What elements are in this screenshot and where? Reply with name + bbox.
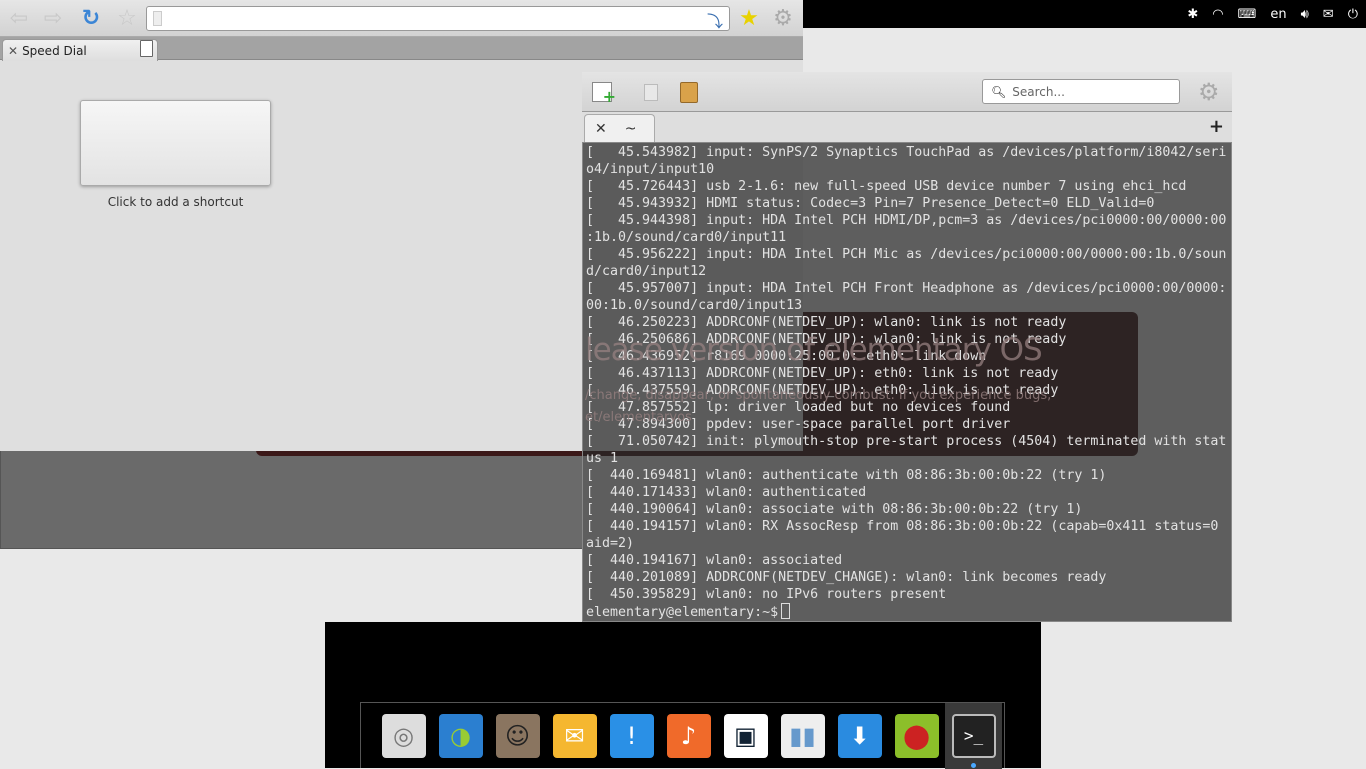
- reload-icon[interactable]: ↻: [78, 6, 104, 32]
- terminal-tab[interactable]: ✕ ~: [584, 114, 655, 143]
- indicators: ✱ ◠ ⌨ en 🔊︎ ✉ ⏻: [1187, 0, 1358, 28]
- new-window-icon[interactable]: +: [592, 82, 616, 106]
- terminal-line: [ 440.169481] wlan0: authenticate with 0…: [586, 468, 1107, 483]
- terminal-line: [ 450.395829] wlan0: no IPv6 routers pre…: [586, 587, 947, 602]
- background-window: [0, 440, 583, 549]
- terminal-line: [ 440.201089] ADDRCONF(NETDEV_CHANGE): w…: [586, 570, 1107, 585]
- terminal-line: [ 440.190064] wlan0: associate with 08:8…: [586, 502, 1083, 517]
- search-icon: 🔍︎: [991, 84, 1007, 99]
- dock-item-bug-reporter[interactable]: ⬤: [888, 703, 945, 769]
- terminal-line: [ 47.857552] lp: driver loaded but no de…: [586, 400, 1011, 415]
- keyboard-icon[interactable]: ⌨: [1238, 7, 1257, 22]
- back-icon[interactable]: ⇦: [6, 6, 32, 32]
- terminal-tab-bar: ✕ ~ +: [582, 112, 1232, 143]
- copy-icon[interactable]: [644, 84, 658, 101]
- dock-item-downloads[interactable]: ⬇: [831, 703, 888, 769]
- terminal-line: [ 45.944398] input: HDA Intel PCH HDMI/D…: [586, 213, 1227, 228]
- close-icon[interactable]: ✕: [8, 44, 18, 58]
- browser-toolbar: ⇦ ⇨ ↻ ☆ ⤵ ★ ⚙: [0, 0, 803, 37]
- dock-item-photos[interactable]: ▣: [717, 703, 774, 769]
- paste-icon[interactable]: [680, 82, 698, 103]
- close-icon[interactable]: ✕: [595, 121, 607, 137]
- dock-item-contacts[interactable]: ☺: [489, 703, 546, 769]
- terminal-line: [ 46.437113] ADDRCONF(NETDEV_UP): eth0: …: [586, 366, 1059, 381]
- dock-item-disc-installer[interactable]: ◎: [375, 703, 432, 769]
- terminal-line: :1b.0/sound/card0/input11: [586, 230, 787, 245]
- dock-item-terminal[interactable]: >_: [945, 702, 1002, 769]
- volume-icon[interactable]: 🔊︎: [1301, 7, 1309, 22]
- terminal-line: [ 71.050742] init: plymouth-stop pre-sta…: [586, 434, 1227, 449]
- dock-item-music[interactable]: ♪: [660, 703, 717, 769]
- system-settings-icon: ▮▮: [780, 713, 825, 758]
- terminal-line: [ 46.437559] ADDRCONF(NETDEV_UP): eth0: …: [586, 383, 1059, 398]
- wifi-icon[interactable]: ◠: [1212, 7, 1223, 22]
- downloads-icon: ⬇: [837, 713, 882, 758]
- dock: ◎ ◑ ☺ ✉! ♪ ▣ ▮▮ ⬇ ⬤ >_: [360, 702, 1005, 769]
- terminal-line: [ 45.957007] input: HDA Intel PCH Front …: [586, 281, 1227, 296]
- terminal-icon: >_: [951, 713, 996, 758]
- terminal-line: d/card0/input12: [586, 264, 707, 279]
- terminal-line: [ 45.956222] input: HDA Intel PCH Mic as…: [586, 247, 1227, 262]
- cursor: [781, 603, 791, 619]
- terminal-line: [ 46.436952] r8169 0000:25:00.0: eth0: l…: [586, 349, 987, 364]
- mail-icon[interactable]: ✉: [1323, 7, 1334, 22]
- forward-icon[interactable]: ⇨: [40, 6, 66, 32]
- contacts-icon: ☺: [495, 713, 540, 758]
- language-indicator[interactable]: en: [1270, 7, 1286, 22]
- tab-speed-dial[interactable]: ✕ Speed Dial: [2, 39, 158, 61]
- terminal-line: aid=2): [586, 536, 635, 551]
- mail-icon: ✉: [552, 713, 597, 758]
- terminal-line: [ 47.894300] ppdev: user-space parallel …: [586, 417, 1011, 432]
- photos-icon: ▣: [723, 713, 768, 758]
- terminal-line: [ 45.543982] input: SynPS/2 Synaptics To…: [586, 145, 1227, 160]
- disc-installer-icon: ◎: [381, 713, 426, 758]
- speed-dial-tile[interactable]: [80, 100, 271, 186]
- search-input[interactable]: 🔍︎ Search...: [982, 79, 1180, 104]
- terminal-line: [ 46.250223] ADDRCONF(NETDEV_UP): wlan0:…: [586, 315, 1067, 330]
- dock-item-chat[interactable]: !: [603, 703, 660, 769]
- new-tab-button[interactable]: +: [1209, 116, 1224, 137]
- page-icon: [153, 11, 162, 26]
- chat-icon: !: [609, 713, 654, 758]
- new-tab-icon[interactable]: [140, 40, 153, 57]
- terminal-toolbar: + 🔍︎ Search... ⚙: [582, 72, 1232, 112]
- tab-label: ~: [624, 121, 637, 137]
- bug-reporter-icon: ⬤: [894, 713, 939, 758]
- tab-title: Speed Dial: [22, 43, 87, 58]
- terminal-line: [ 440.194167] wlan0: associated: [586, 553, 843, 568]
- dock-item-web-browser[interactable]: ◑: [432, 703, 489, 769]
- speed-dial-label[interactable]: Click to add a shortcut: [80, 195, 271, 209]
- power-icon[interactable]: ⏻: [1348, 7, 1358, 22]
- terminal-line: o4/input/input10: [586, 162, 715, 177]
- bookmarks-icon[interactable]: ★: [736, 6, 762, 32]
- music-icon: ♪: [666, 713, 711, 758]
- terminal-window: + 🔍︎ Search... ⚙ ✕ ~ + [ 45.543982] inpu…: [582, 72, 1232, 622]
- tab-bar: ✕ Speed Dial: [0, 37, 803, 61]
- add-bookmark-icon[interactable]: ☆: [114, 6, 140, 32]
- url-input[interactable]: ⤵: [146, 6, 730, 31]
- go-icon[interactable]: ⤵: [707, 8, 723, 32]
- terminal-line: 00:1b.0/sound/card0/input13: [586, 298, 803, 313]
- terminal-line: [ 45.943932] HDMI status: Codec=3 Pin=7 …: [586, 196, 1155, 211]
- bluetooth-icon[interactable]: ✱: [1187, 7, 1198, 22]
- terminal-line: [ 45.726443] usb 2-1.6: new full-speed U…: [586, 179, 1187, 194]
- terminal-line: [ 46.250686] ADDRCONF(NETDEV_UP): wlan0:…: [586, 332, 1067, 347]
- web-browser-icon: ◑: [438, 713, 483, 758]
- terminal-output[interactable]: [ 45.543982] input: SynPS/2 Synaptics To…: [582, 142, 1232, 622]
- gear-icon[interactable]: ⚙: [1198, 78, 1220, 106]
- dock-item-mail[interactable]: ✉: [546, 703, 603, 769]
- gear-icon[interactable]: ⚙: [770, 6, 796, 32]
- terminal-line: us 1: [586, 451, 619, 466]
- prompt-line[interactable]: elementary@elementary:~$: [586, 603, 1231, 620]
- prompt: elementary@elementary:~$: [586, 605, 779, 620]
- dock-item-system-settings[interactable]: ▮▮: [774, 703, 831, 769]
- terminal-line: [ 440.171433] wlan0: authenticated: [586, 485, 867, 500]
- search-placeholder: Search...: [1012, 84, 1065, 99]
- terminal-line: [ 440.194157] wlan0: RX AssocResp from 0…: [586, 519, 1219, 534]
